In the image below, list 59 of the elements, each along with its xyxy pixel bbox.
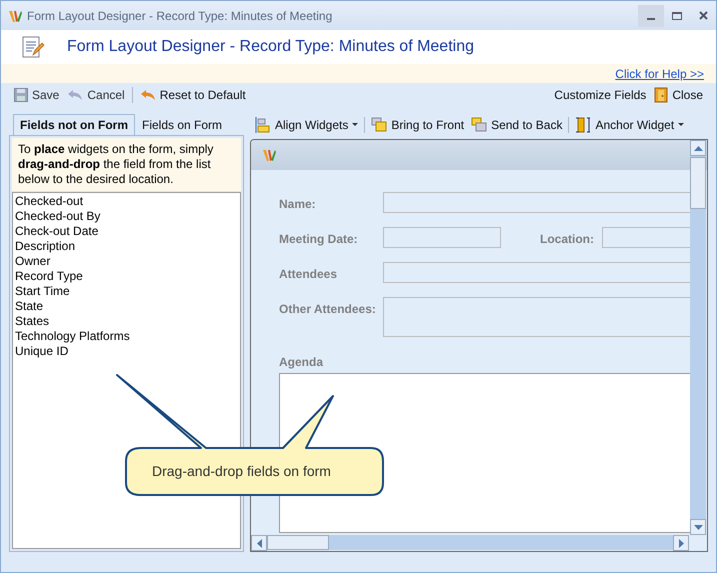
tab[interactable]: Fields not on Form <box>13 114 135 135</box>
layers-icon <box>471 117 488 133</box>
up-arrow-icon <box>694 146 702 150</box>
field-list-item[interactable]: Description <box>15 239 238 254</box>
field-list-item[interactable]: States <box>15 314 238 329</box>
form-label: Other Attendees: <box>279 302 376 316</box>
input-field[interactable] <box>383 297 691 337</box>
align-widgets-button[interactable]: Align Widgets <box>252 115 362 135</box>
field-list-item[interactable]: Checked-out By <box>15 209 238 224</box>
dropdown-caret-icon <box>352 123 358 127</box>
maximize-icon <box>672 12 682 20</box>
input-field[interactable] <box>383 262 691 283</box>
bring-to-front-button[interactable]: Bring to Front <box>368 115 468 135</box>
form-label: Name: <box>279 197 316 211</box>
page-title: Form Layout Designer - Record Type: Minutes of Meeting <box>67 38 474 56</box>
field-list-item[interactable]: Owner <box>15 254 238 269</box>
field-list-item[interactable]: Record Type <box>15 269 238 284</box>
instruction-text: To place widgets on the form, simply drag-and-drop the field from the list below to the desired location. <box>12 138 241 191</box>
field-list-item[interactable]: State <box>15 299 238 314</box>
close-icon <box>698 11 708 20</box>
callout-text: Drag-and-drop fields on form <box>152 463 331 479</box>
field-list-item[interactable]: Unique ID <box>15 344 238 359</box>
tab[interactable]: Fields on Form <box>135 114 230 135</box>
input-field[interactable] <box>383 192 691 213</box>
form-label: Location: <box>540 232 594 246</box>
form-label: Meeting Date: <box>279 232 358 246</box>
scroll-thumb[interactable] <box>690 157 706 209</box>
field-list-item[interactable]: Checked-out <box>15 194 238 209</box>
customize-fields-button[interactable]: Customize Fields <box>551 86 650 104</box>
scroll-thumb[interactable] <box>267 535 329 550</box>
send-to-back-button[interactable]: Send to Back <box>468 115 566 135</box>
minimize-button[interactable] <box>638 4 664 26</box>
dropdown-caret-icon <box>678 123 684 127</box>
undo-arrow-icon <box>67 89 84 101</box>
help-link[interactable]: Click for Help >> <box>615 66 704 80</box>
field-list-item[interactable]: Start Time <box>15 284 238 299</box>
close-button[interactable]: Close <box>651 85 706 105</box>
form-edit-icon <box>21 35 45 59</box>
anchor-widget-button[interactable]: Anchor Widget <box>572 115 688 135</box>
right-arrow-icon <box>678 538 684 548</box>
window-title: Form Layout Designer - Record Type: Minutes of Meeting <box>27 8 332 22</box>
app-logo-icon <box>261 147 277 163</box>
form-label: Agenda <box>279 355 324 369</box>
reset-button[interactable]: Reset to Default <box>136 86 249 104</box>
anchor-icon <box>575 117 592 133</box>
door-icon <box>654 87 668 103</box>
undo-arrow-icon <box>140 89 156 101</box>
minimize-icon <box>647 18 655 20</box>
form-label: Attendees <box>279 267 338 281</box>
horizontal-scrollbar[interactable] <box>251 535 689 550</box>
field-list-item[interactable]: Technology Platforms <box>15 329 238 344</box>
layers-icon <box>371 117 388 133</box>
field-list-item[interactable]: Check-out Date <box>15 224 238 239</box>
align-icon <box>255 117 271 133</box>
vertical-scrollbar[interactable] <box>690 140 706 535</box>
down-arrow-icon <box>694 524 702 530</box>
left-arrow-icon <box>256 538 262 548</box>
input-field[interactable] <box>383 227 501 248</box>
text-area[interactable] <box>279 373 691 533</box>
